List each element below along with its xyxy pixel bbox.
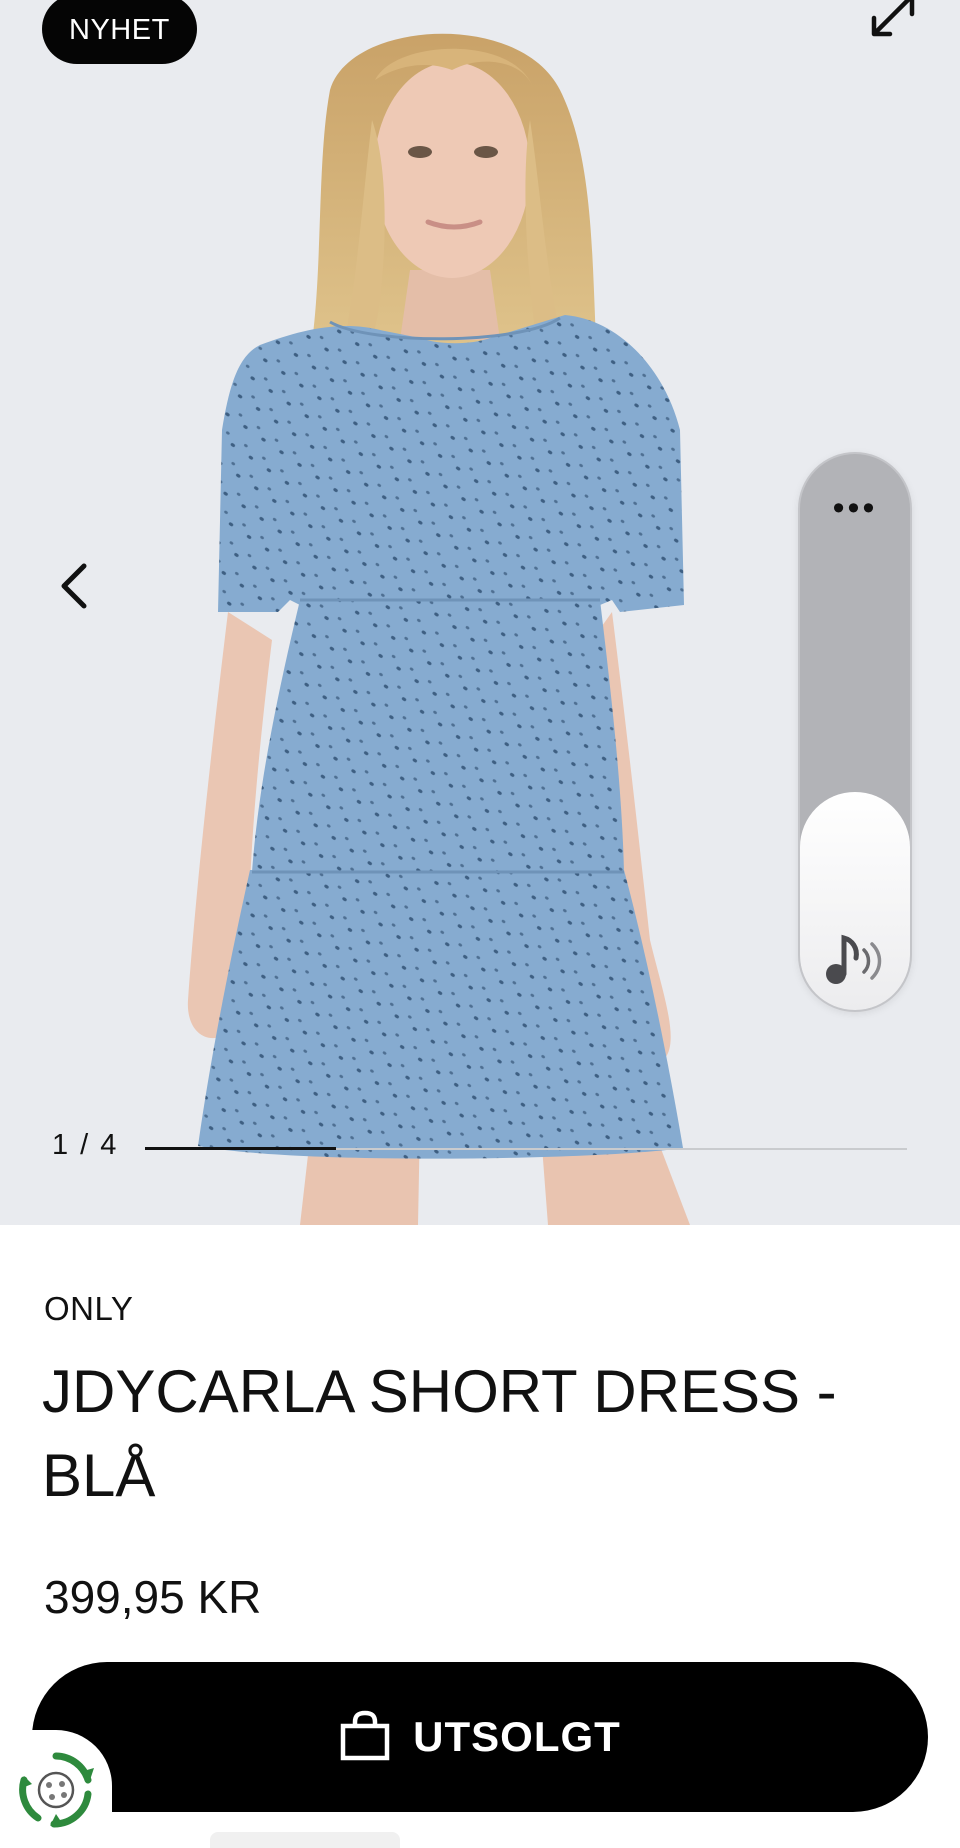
- product-gallery[interactable]: NYHET ••• 1 / 4: [0, 0, 960, 1225]
- new-badge: NYHET: [42, 0, 197, 64]
- product-price: 399,95 KR: [44, 1571, 262, 1623]
- volume-knob[interactable]: [800, 792, 910, 1010]
- image-counter: 1 / 4: [52, 1129, 119, 1161]
- music-sound-icon: [826, 934, 882, 984]
- gallery-progress-fill: [145, 1147, 336, 1150]
- shopping-bag-icon: [340, 1710, 390, 1761]
- sold-out-label: UTSOLGT: [413, 1713, 621, 1760]
- product-brand[interactable]: ONLY: [44, 1290, 133, 1328]
- product-title: JDYCARLA SHORT DRESS - BLÅ: [42, 1358, 837, 1509]
- sold-out-button[interactable]: UTSOLGT: [32, 1662, 928, 1812]
- eco-badge[interactable]: [0, 1730, 112, 1848]
- expand-icon[interactable]: [868, 0, 920, 38]
- floating-volume-control[interactable]: •••: [798, 452, 912, 1012]
- chevron-left-icon[interactable]: [50, 556, 100, 616]
- recycle-eco-icon: [19, 1752, 94, 1828]
- gallery-progress-track: [145, 1147, 907, 1150]
- more-dots-icon[interactable]: •••: [800, 491, 910, 525]
- bottom-sheet-handle: [210, 1832, 400, 1848]
